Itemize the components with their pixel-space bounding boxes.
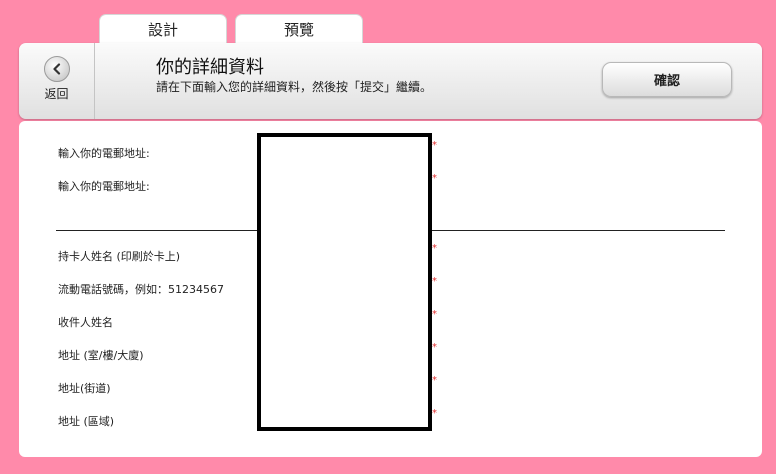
page-subtitle: 請在下面輸入您的詳細資料，然後按「提交」繼續。 [156, 80, 433, 94]
redacted-input-area [257, 133, 432, 431]
page-title: 你的詳細資料 [156, 57, 264, 78]
field-label-mobile: 流動電話號碼，例如：51234567 [58, 283, 224, 296]
required-mark: * [432, 375, 437, 386]
back-label: 返回 [44, 87, 69, 101]
field-label-address-district: 地址 (區域) [58, 415, 115, 428]
required-mark: * [432, 140, 437, 151]
confirm-button[interactable]: 確認 [602, 62, 732, 97]
required-mark: * [432, 408, 437, 419]
back-chevron-icon [43, 56, 70, 82]
back-button[interactable]: 返回 [19, 43, 95, 119]
required-mark: * [432, 243, 437, 254]
required-mark: * [432, 309, 437, 320]
tab-design[interactable]: 設計 [99, 14, 227, 44]
required-mark: * [432, 342, 437, 353]
form-panel: 輸入你的電郵地址: * 輸入你的電郵地址: * 持卡人姓名 (印刷於卡上) * … [19, 121, 762, 457]
field-label-recipient-name: 收件人姓名 [58, 316, 113, 329]
field-label-email: 輸入你的電郵地址: [58, 147, 150, 160]
field-label-address-building: 地址 (室/樓/大廈) [58, 349, 144, 362]
header-bar: 返回 你的詳細資料 請在下面輸入您的詳細資料，然後按「提交」繼續。 確認 [19, 43, 762, 119]
field-label-email-confirm: 輸入你的電郵地址: [58, 180, 150, 193]
required-mark: * [432, 173, 437, 184]
tab-preview[interactable]: 預覽 [235, 14, 363, 44]
required-mark: * [432, 276, 437, 287]
field-label-cardholder-name: 持卡人姓名 (印刷於卡上) [58, 250, 181, 263]
field-label-address-street: 地址(街道) [58, 382, 111, 395]
